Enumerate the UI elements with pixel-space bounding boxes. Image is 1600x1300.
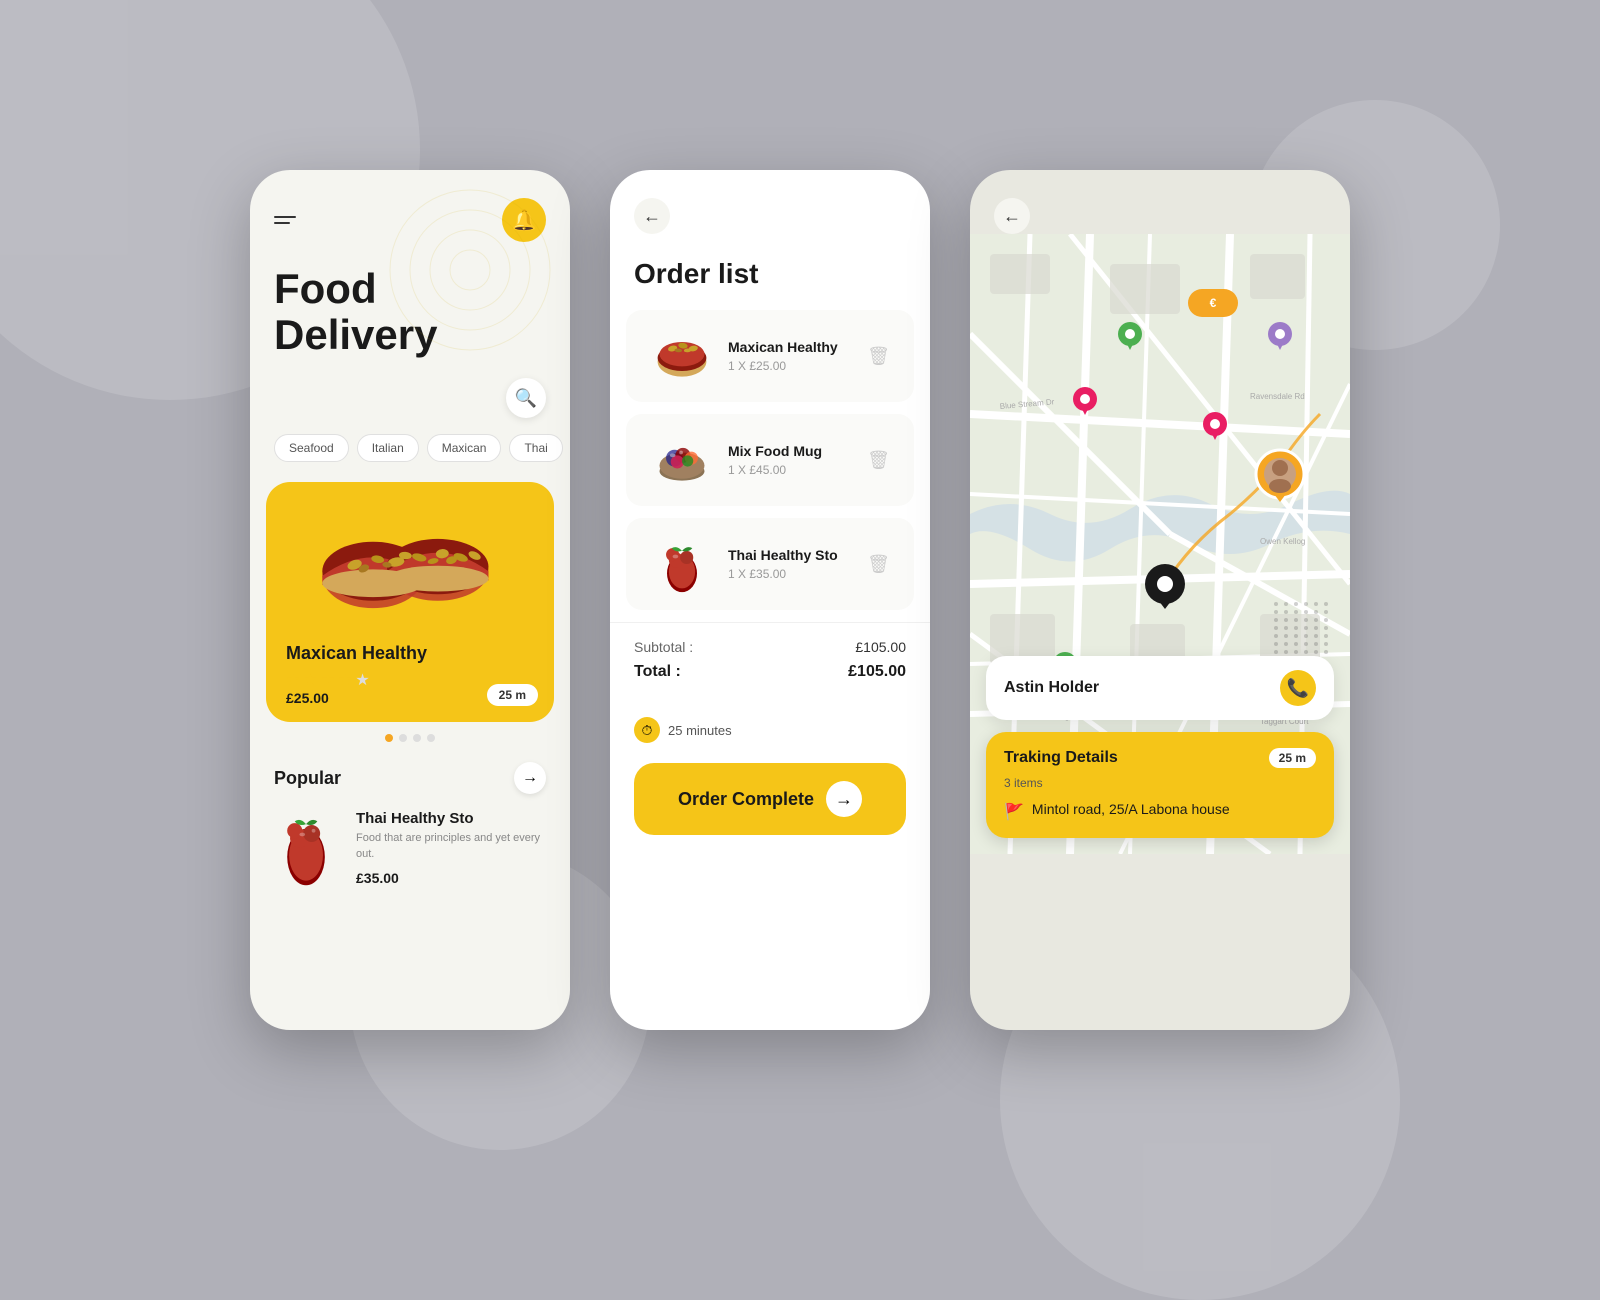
popular-food-name: Thai Healthy Sto: [356, 810, 546, 827]
total-value: £105.00: [848, 663, 906, 681]
order-tart-illustration: [652, 326, 712, 386]
popular-food-image: [274, 810, 344, 890]
star-1: ★: [286, 670, 300, 690]
phone-tracking: ←: [970, 170, 1350, 1030]
tracking-details-card: Traking Details 25 m 3 items 🚩 Mintol ro…: [986, 732, 1334, 838]
order-item-1-qty: 1 X £25.00: [728, 359, 853, 373]
popular-food-info: Thai Healthy Sto Food that are principle…: [356, 810, 546, 886]
order-totals: Subtotal : £105.00 Total : £105.00: [610, 622, 930, 701]
tart-illustration: [290, 482, 530, 642]
order-item-2-delete[interactable]: 🗑: [867, 450, 890, 471]
tracking-address-text: Mintol road, 25/A Labona house: [1032, 800, 1230, 820]
svg-text:€: €: [1210, 296, 1217, 310]
tracking-back-button[interactable]: ←: [994, 198, 1030, 234]
hero-distance-badge: 25 m: [487, 684, 538, 706]
popular-label: Popular: [274, 768, 341, 789]
tracking-distance: 25 m: [1269, 748, 1316, 768]
hero-food-name: Maxican Healthy: [286, 643, 427, 664]
flag-icon: 🚩: [1004, 802, 1024, 822]
berry-illustration: [274, 810, 339, 890]
timer-label: 25 minutes: [668, 723, 732, 738]
driver-info-card: Astin Holder 📞: [986, 656, 1334, 720]
svg-text:Owen Kellog: Owen Kellog: [1260, 537, 1305, 546]
order-item-2-name: Mix Food Mug: [728, 443, 853, 459]
tracking-title: Traking Details: [1004, 749, 1118, 767]
search-button[interactable]: 🔍: [506, 378, 546, 418]
popular-next-button[interactable]: →: [514, 762, 546, 794]
category-italian[interactable]: Italian: [357, 434, 419, 462]
menu-icon[interactable]: [274, 216, 296, 224]
order-item-2[interactable]: Mix Food Mug 1 X £45.00 🗑: [626, 414, 914, 506]
order-item-2-image: [650, 428, 714, 492]
star-5: ★: [355, 670, 369, 690]
dot-2[interactable]: [399, 734, 407, 742]
popular-section: Popular →: [250, 754, 570, 898]
tracking-address: 🚩 Mintol road, 25/A Labona house: [1004, 800, 1316, 822]
categories-bar: Seafood Italian Maxican Thai Japa...: [250, 434, 570, 482]
category-seafood[interactable]: Seafood: [274, 434, 349, 462]
svg-text:Ravensdale Rd: Ravensdale Rd: [1250, 392, 1305, 401]
dot-4[interactable]: [427, 734, 435, 742]
order-header: ←: [610, 170, 930, 250]
delivery-timer: ⏱ 25 minutes: [610, 709, 930, 763]
star-2: ★: [303, 670, 317, 690]
search-section: 🔍: [250, 378, 570, 434]
call-driver-button[interactable]: 📞: [1280, 670, 1316, 706]
hero-info: Maxican Healthy ★ ★ ★ ★ ★ £25.00: [286, 643, 427, 706]
tracking-header: ←: [970, 170, 1350, 234]
back-button[interactable]: ←: [634, 198, 670, 234]
dot-3[interactable]: [413, 734, 421, 742]
tracking-overlay: Astin Holder 📞 Traking Details 25 m 3 it…: [970, 640, 1350, 854]
total-row: Total : £105.00: [634, 663, 906, 681]
order-item-1-name: Maxican Healthy: [728, 339, 853, 355]
hero-rating: ★ ★ ★ ★ ★: [286, 670, 427, 690]
map-view: €: [970, 234, 1350, 854]
order-title: Order list: [634, 258, 906, 290]
order-item-1-image: [650, 324, 714, 388]
bg-lines: [370, 170, 570, 370]
hero-card[interactable]: Maxican Healthy ★ ★ ★ ★ ★ £25.00 25 m: [266, 482, 554, 722]
popular-food-desc: Food that are principles and yet every o…: [356, 831, 546, 862]
tracking-details-header: Traking Details 25 m: [1004, 748, 1316, 768]
star-4: ★: [338, 670, 352, 690]
order-item-3[interactable]: Thai Healthy Sto 1 X £35.00 🗑: [626, 518, 914, 610]
category-thai[interactable]: Thai: [509, 434, 562, 462]
hero-price: £25.00: [286, 690, 427, 706]
phone-home: 🔔 Food Delivery 🔍 Seafood Italian Maxica…: [250, 170, 570, 1030]
order-item-2-info: Mix Food Mug 1 X £45.00: [728, 443, 853, 477]
carousel-dots: [250, 722, 570, 754]
order-arrow-icon: →: [826, 781, 862, 817]
order-title-section: Order list: [610, 250, 930, 310]
total-label: Total :: [634, 663, 681, 681]
clock-icon: ⏱: [634, 717, 660, 743]
order-item-2-qty: 1 X £45.00: [728, 463, 853, 477]
dot-1[interactable]: [385, 734, 393, 742]
order-item-1-info: Maxican Healthy 1 X £25.00: [728, 339, 853, 373]
phones-container: 🔔 Food Delivery 🔍 Seafood Italian Maxica…: [250, 170, 1350, 1030]
popular-header: Popular →: [274, 762, 546, 794]
star-3: ★: [321, 670, 335, 690]
order-item-3-info: Thai Healthy Sto 1 X £35.00: [728, 547, 853, 581]
order-item-3-qty: 1 X £35.00: [728, 567, 853, 581]
driver-name: Astin Holder: [1004, 679, 1099, 697]
order-item-3-name: Thai Healthy Sto: [728, 547, 853, 563]
order-bowl-illustration: [652, 430, 712, 490]
subtotal-label: Subtotal :: [634, 639, 693, 655]
category-maxican[interactable]: Maxican: [427, 434, 502, 462]
subtotal-row: Subtotal : £105.00: [634, 639, 906, 655]
order-item-3-delete[interactable]: 🗑: [867, 554, 890, 575]
phone-order: ← Order list Maxican Healthy: [610, 170, 930, 1030]
popular-food-price: £35.00: [356, 870, 546, 886]
popular-item[interactable]: Thai Healthy Sto Food that are principle…: [274, 810, 546, 890]
order-item-1[interactable]: Maxican Healthy 1 X £25.00 🗑: [626, 310, 914, 402]
hero-food-image: [280, 482, 540, 652]
order-complete-label: Order Complete: [678, 789, 814, 810]
order-item-1-delete[interactable]: 🗑: [867, 346, 890, 367]
subtotal-value: £105.00: [855, 639, 906, 655]
tracking-items-count: 3 items: [1004, 776, 1316, 790]
order-berry-illustration: [652, 534, 712, 594]
order-complete-button[interactable]: Order Complete →: [634, 763, 906, 835]
order-item-3-image: [650, 532, 714, 596]
